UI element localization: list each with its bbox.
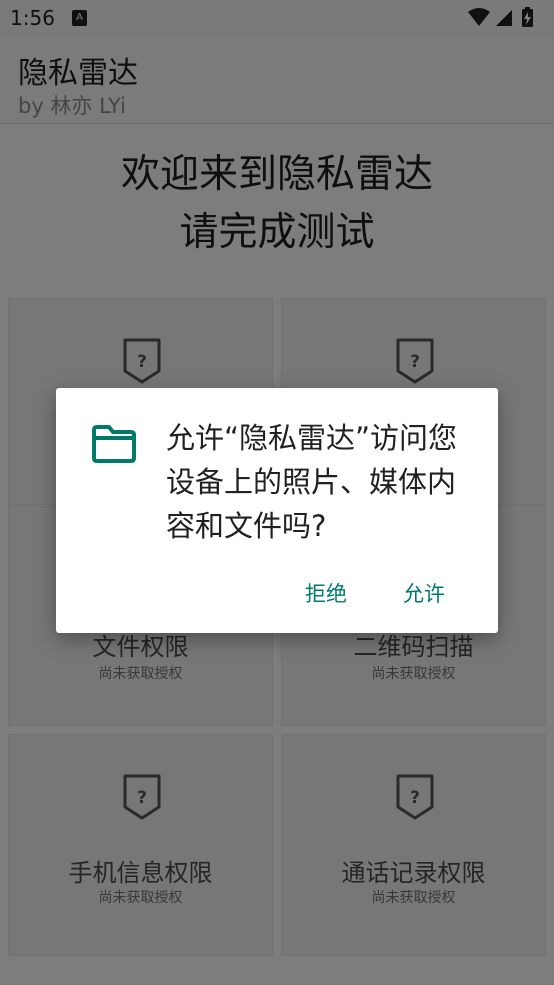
- folder-icon: [92, 425, 136, 463]
- deny-button[interactable]: 拒绝: [305, 578, 347, 608]
- dialog-message: 允许“隐私雷达”访问您设备上的照片、媒体内容和文件吗?: [166, 421, 458, 543]
- permission-dialog: 允许“隐私雷达”访问您设备上的照片、媒体内容和文件吗? 拒绝 允许: [56, 388, 498, 633]
- allow-button[interactable]: 允许: [403, 578, 445, 608]
